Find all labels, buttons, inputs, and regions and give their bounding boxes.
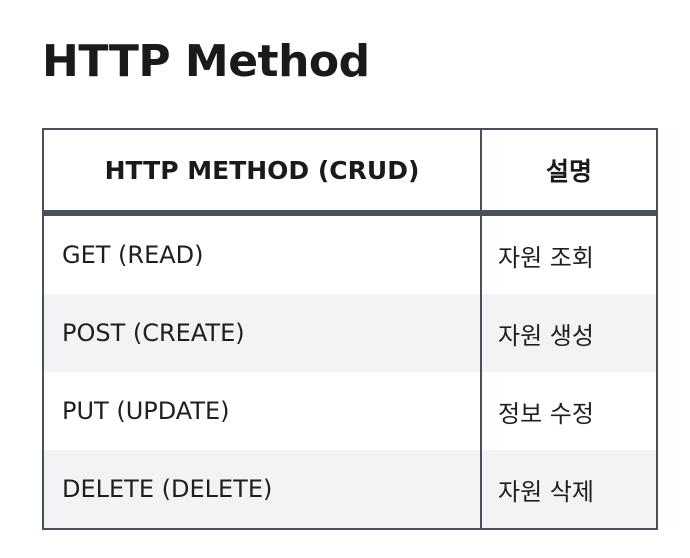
table-header-row: HTTP METHOD (CRUD) 설명	[43, 129, 657, 216]
method-cell: PUT (UPDATE)	[43, 372, 482, 450]
column-header-description: 설명	[481, 129, 657, 216]
page-title: HTTP Method	[42, 36, 370, 87]
description-cell: 자원 생성	[481, 294, 657, 372]
description-cell: 자원 삭제	[481, 450, 657, 529]
table-row: PUT (UPDATE) 정보 수정	[43, 372, 657, 450]
table-row: GET (READ) 자원 조회	[43, 213, 657, 294]
table-row: DELETE (DELETE) 자원 삭제	[43, 450, 657, 529]
column-header-method: HTTP METHOD (CRUD)	[43, 129, 482, 216]
description-cell: 자원 조회	[481, 213, 657, 294]
method-cell: DELETE (DELETE)	[43, 450, 482, 529]
description-cell: 정보 수정	[481, 372, 657, 450]
table-row: POST (CREATE) 자원 생성	[43, 294, 657, 372]
http-method-table: HTTP METHOD (CRUD) 설명 GET (READ) 자원 조회 P…	[42, 128, 658, 530]
method-cell: GET (READ)	[43, 213, 482, 294]
method-cell: POST (CREATE)	[43, 294, 482, 372]
